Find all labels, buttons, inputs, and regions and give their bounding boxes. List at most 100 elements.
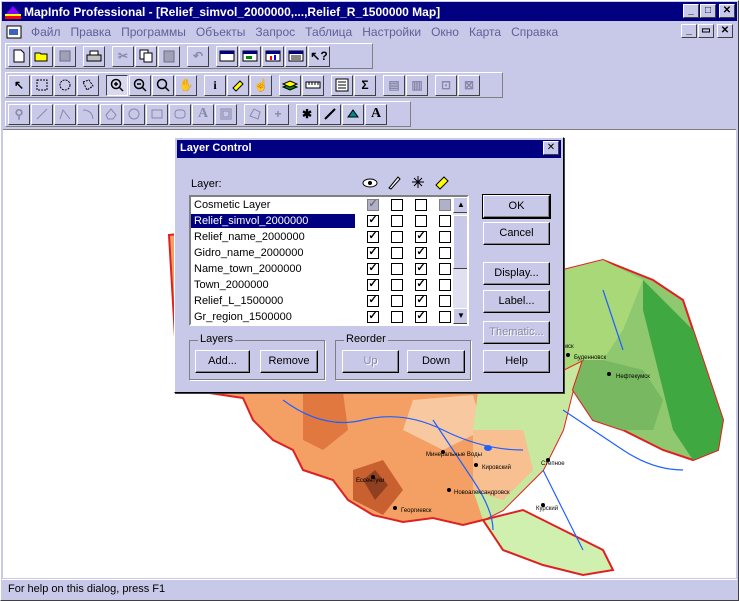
set-target-icon[interactable]: ▤ <box>383 74 405 96</box>
undo-icon[interactable]: ↶ <box>187 45 209 67</box>
frame-tool-icon[interactable] <box>215 103 237 125</box>
editable-checkbox[interactable] <box>391 263 403 275</box>
dialog-title[interactable]: Layer Control <box>177 140 561 158</box>
selectable-checkbox[interactable]: ✓ <box>415 247 427 259</box>
editable-checkbox[interactable] <box>391 247 403 259</box>
dialog-close-button[interactable]: ✕ <box>543 141 559 155</box>
help-button[interactable]: Help <box>483 350 550 373</box>
maximize-button[interactable]: □ <box>700 4 716 18</box>
display-button[interactable]: Display... <box>483 262 550 285</box>
selectable-checkbox[interactable]: ✓ <box>415 311 427 323</box>
rectangle-tool-icon[interactable] <box>146 103 168 125</box>
region-style-icon[interactable] <box>342 103 364 125</box>
menu-item-3[interactable]: Объекты <box>191 25 251 39</box>
polyline-tool-icon[interactable] <box>54 103 76 125</box>
thematic-button[interactable]: Thematic... <box>483 321 550 344</box>
menu-item-4[interactable]: Запрос <box>250 25 300 39</box>
doc-close-button[interactable]: ✕ <box>717 24 733 38</box>
radius-select-icon[interactable] <box>54 74 76 96</box>
editable-checkbox[interactable] <box>391 231 403 243</box>
visible-checkbox[interactable]: ✓ <box>367 295 379 307</box>
cancel-button[interactable]: Cancel <box>483 222 550 245</box>
menu-item-0[interactable]: Файл <box>26 25 66 39</box>
drag-map-icon[interactable]: ☝ <box>250 74 272 96</box>
title-bar[interactable]: MapInfo Professional - [Relief_simvol_20… <box>2 2 737 21</box>
visible-checkbox[interactable]: ✓ <box>367 199 379 211</box>
visible-checkbox[interactable]: ✓ <box>367 231 379 243</box>
select-arrow-icon[interactable]: ↖ <box>8 74 30 96</box>
legend-icon[interactable] <box>331 74 353 96</box>
new-browser-icon[interactable] <box>216 45 238 67</box>
statistics-icon[interactable]: Σ <box>354 74 376 96</box>
layer-row[interactable]: Town_2000000 ✓ ✓ <box>191 277 467 293</box>
selectable-checkbox[interactable] <box>415 199 427 211</box>
visible-checkbox[interactable]: ✓ <box>367 215 379 227</box>
rounded-rect-tool-icon[interactable] <box>169 103 191 125</box>
help-pointer-icon[interactable]: ↖? <box>308 45 330 67</box>
new-mapper-icon[interactable] <box>239 45 261 67</box>
label-icon[interactable] <box>227 74 249 96</box>
line-style-icon[interactable] <box>319 103 341 125</box>
menu-item-6[interactable]: Настройки <box>357 25 426 39</box>
new-grapher-icon[interactable] <box>262 45 284 67</box>
hotlink-icon[interactable]: ⊡ <box>435 74 457 96</box>
menu-item-8[interactable]: Карта <box>464 25 506 39</box>
doc-restore-button[interactable]: ▭ <box>698 24 714 38</box>
remove-layer-button[interactable]: Remove <box>260 350 318 373</box>
selectable-checkbox[interactable] <box>415 215 427 227</box>
new-layout-icon[interactable] <box>285 45 307 67</box>
selectable-checkbox[interactable]: ✓ <box>415 231 427 243</box>
cut-icon[interactable]: ✂ <box>112 45 134 67</box>
label-button[interactable]: Label... <box>483 290 550 313</box>
label-checkbox[interactable] <box>439 295 451 307</box>
layer-row[interactable]: Name_town_2000000 ✓ ✓ <box>191 261 467 277</box>
ruler-icon[interactable] <box>302 74 324 96</box>
polygon-select-icon[interactable] <box>77 74 99 96</box>
selectable-checkbox[interactable]: ✓ <box>415 263 427 275</box>
layer-row[interactable]: Gr_region_1500000 ✓ ✓ <box>191 309 467 324</box>
label-checkbox[interactable] <box>439 247 451 259</box>
polygon-tool-icon[interactable] <box>100 103 122 125</box>
new-icon[interactable] <box>8 45 30 67</box>
text-style-icon[interactable]: A <box>365 103 387 125</box>
layer-row[interactable]: Cosmetic Layer ✓ <box>191 197 467 213</box>
close-button[interactable]: ✕ <box>719 4 735 18</box>
print-icon[interactable] <box>83 45 105 67</box>
paste-icon[interactable] <box>158 45 180 67</box>
open-icon[interactable] <box>31 45 53 67</box>
label-checkbox[interactable] <box>439 199 451 211</box>
marquee-select-icon[interactable] <box>31 74 53 96</box>
visible-checkbox[interactable]: ✓ <box>367 247 379 259</box>
grabber-hand-icon[interactable]: ✋ <box>175 74 197 96</box>
editable-checkbox[interactable] <box>391 215 403 227</box>
menu-item-5[interactable]: Таблица <box>300 25 357 39</box>
label-checkbox[interactable] <box>439 231 451 243</box>
scroll-thumb[interactable] <box>453 215 467 269</box>
editable-checkbox[interactable] <box>391 199 403 211</box>
selectable-checkbox[interactable]: ✓ <box>415 295 427 307</box>
label-checkbox[interactable] <box>439 279 451 291</box>
symbol-style-icon[interactable]: ✱ <box>296 103 318 125</box>
editable-checkbox[interactable] <box>391 311 403 323</box>
menu-item-2[interactable]: Программы <box>116 25 191 39</box>
text-tool-icon[interactable]: A <box>192 103 214 125</box>
menu-item-9[interactable]: Справка <box>506 25 563 39</box>
scroll-up-arrow-icon[interactable]: ▲ <box>453 197 467 213</box>
zoom-out-icon[interactable] <box>129 74 151 96</box>
zoom-in-icon[interactable] <box>106 74 128 96</box>
clip-region-icon[interactable]: ⊠ <box>458 74 480 96</box>
visible-checkbox[interactable]: ✓ <box>367 311 379 323</box>
change-view-icon[interactable] <box>152 74 174 96</box>
ok-button[interactable]: OK <box>482 194 551 219</box>
layer-row[interactable]: Relief_simvol_2000000 ✓ <box>191 213 467 229</box>
editable-checkbox[interactable] <box>391 295 403 307</box>
scroll-down-arrow-icon[interactable]: ▼ <box>453 308 467 324</box>
move-down-button[interactable]: Down <box>407 350 465 373</box>
label-checkbox[interactable] <box>439 311 451 323</box>
editable-checkbox[interactable] <box>391 279 403 291</box>
symbol-tool-icon[interactable]: ⚲ <box>8 103 30 125</box>
reshape-icon[interactable] <box>244 103 266 125</box>
arc-tool-icon[interactable] <box>77 103 99 125</box>
selectable-checkbox[interactable]: ✓ <box>415 279 427 291</box>
menu-item-7[interactable]: Окно <box>426 25 464 39</box>
